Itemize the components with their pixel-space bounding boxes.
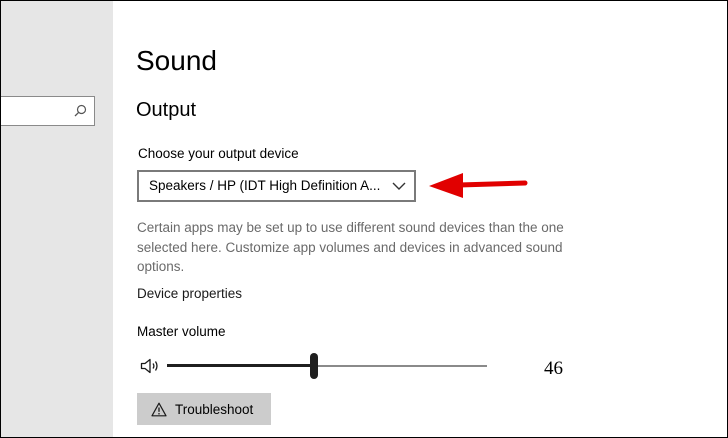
master-volume-label: Master volume (137, 324, 226, 339)
master-volume-slider[interactable] (167, 353, 487, 379)
output-heading: Output (136, 99, 197, 121)
slider-fill (167, 364, 315, 367)
warning-icon (151, 402, 167, 417)
slider-thumb[interactable] (310, 353, 319, 379)
settings-window: Sound Output Choose your output device S… (0, 0, 728, 438)
speaker-icon[interactable] (140, 357, 160, 375)
output-device-dropdown[interactable]: Speakers / HP (IDT High Definition A... (137, 170, 416, 202)
output-device-label: Choose your output device (138, 146, 299, 161)
device-properties-link[interactable]: Device properties (137, 286, 242, 301)
page-title: Sound (136, 45, 217, 76)
red-arrow-annotation (429, 173, 528, 198)
troubleshoot-button[interactable]: Troubleshoot (137, 393, 271, 425)
output-device-selected: Speakers / HP (IDT High Definition A... (149, 178, 381, 193)
volume-value: 46 (544, 358, 563, 379)
sidebar (1, 1, 113, 437)
search-input[interactable] (1, 96, 95, 126)
troubleshoot-label: Troubleshoot (175, 402, 254, 417)
search-icon[interactable] (72, 103, 88, 119)
output-info-text: Certain apps may be set up to use differ… (137, 220, 564, 274)
chevron-down-icon (392, 182, 406, 190)
